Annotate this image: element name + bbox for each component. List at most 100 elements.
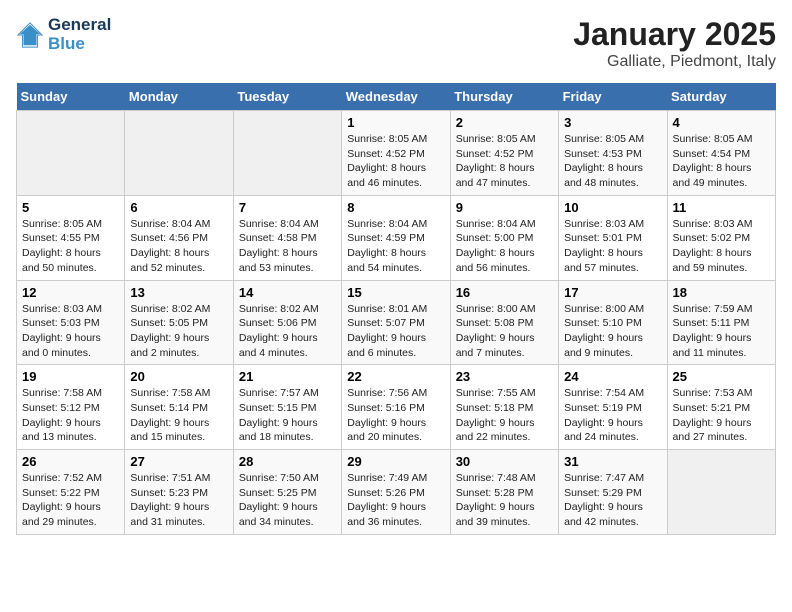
day-number: 12 [22,285,119,300]
day-info: Sunrise: 8:05 AM Sunset: 4:54 PM Dayligh… [673,132,770,191]
day-info: Sunrise: 7:57 AM Sunset: 5:15 PM Dayligh… [239,386,336,445]
day-info: Sunrise: 8:00 AM Sunset: 5:10 PM Dayligh… [564,302,661,361]
location-title: Galliate, Piedmont, Italy [573,53,776,71]
calendar-cell: 19Sunrise: 7:58 AM Sunset: 5:12 PM Dayli… [17,365,125,450]
day-info: Sunrise: 7:59 AM Sunset: 5:11 PM Dayligh… [673,302,770,361]
day-number: 17 [564,285,661,300]
calendar-cell: 30Sunrise: 7:48 AM Sunset: 5:28 PM Dayli… [450,450,558,535]
weekday-header-tuesday: Tuesday [233,83,341,111]
day-info: Sunrise: 8:00 AM Sunset: 5:08 PM Dayligh… [456,302,553,361]
day-info: Sunrise: 8:04 AM Sunset: 4:58 PM Dayligh… [239,217,336,276]
day-info: Sunrise: 8:03 AM Sunset: 5:02 PM Dayligh… [673,217,770,276]
day-info: Sunrise: 7:49 AM Sunset: 5:26 PM Dayligh… [347,471,444,530]
day-number: 13 [130,285,227,300]
calendar-cell: 31Sunrise: 7:47 AM Sunset: 5:29 PM Dayli… [559,450,667,535]
day-number: 31 [564,454,661,469]
weekday-header-thursday: Thursday [450,83,558,111]
day-info: Sunrise: 8:03 AM Sunset: 5:03 PM Dayligh… [22,302,119,361]
day-number: 14 [239,285,336,300]
day-info: Sunrise: 8:04 AM Sunset: 5:00 PM Dayligh… [456,217,553,276]
day-info: Sunrise: 8:04 AM Sunset: 4:59 PM Dayligh… [347,217,444,276]
day-number: 6 [130,200,227,215]
calendar-week-2: 5Sunrise: 8:05 AM Sunset: 4:55 PM Daylig… [17,195,776,280]
day-number: 23 [456,369,553,384]
day-info: Sunrise: 8:05 AM Sunset: 4:52 PM Dayligh… [456,132,553,191]
calendar-cell: 10Sunrise: 8:03 AM Sunset: 5:01 PM Dayli… [559,195,667,280]
calendar-cell: 9 Sunrise: 8:04 AM Sunset: 5:00 PM Daylig… [450,195,558,280]
calendar-cell: 4 Sunrise: 8:05 AM Sunset: 4:54 PM Daylig… [667,111,775,196]
day-info: Sunrise: 8:02 AM Sunset: 5:05 PM Dayligh… [130,302,227,361]
day-number: 15 [347,285,444,300]
weekday-header-friday: Friday [559,83,667,111]
logo: General Blue [16,16,111,53]
calendar-cell [17,111,125,196]
day-number: 22 [347,369,444,384]
calendar-cell: 17 Sunrise: 8:00 AM Sunset: 5:10 PM Dayli… [559,280,667,365]
calendar-cell: 20 Sunrise: 7:58 AM Sunset: 5:14 PM Dayli… [125,365,233,450]
day-number: 30 [456,454,553,469]
day-info: Sunrise: 8:05 AM Sunset: 4:53 PM Dayligh… [564,132,661,191]
day-info: Sunrise: 7:51 AM Sunset: 5:23 PM Dayligh… [130,471,227,530]
day-number: 9 [456,200,553,215]
day-info: Sunrise: 7:58 AM Sunset: 5:14 PM Dayligh… [130,386,227,445]
calendar-cell: 7 Sunrise: 8:04 AM Sunset: 4:58 PM Daylig… [233,195,341,280]
weekday-row: SundayMondayTuesdayWednesdayThursdayFrid… [17,83,776,111]
calendar-body: 1Sunrise: 8:05 AM Sunset: 4:52 PM Daylig… [17,111,776,535]
calendar-cell [233,111,341,196]
logo-icon [16,21,44,49]
day-number: 20 [130,369,227,384]
calendar-cell: 5Sunrise: 8:05 AM Sunset: 4:55 PM Daylig… [17,195,125,280]
day-info: Sunrise: 7:56 AM Sunset: 5:16 PM Dayligh… [347,386,444,445]
calendar-week-4: 19Sunrise: 7:58 AM Sunset: 5:12 PM Dayli… [17,365,776,450]
calendar-cell: 11 Sunrise: 8:03 AM Sunset: 5:02 PM Dayli… [667,195,775,280]
weekday-header-saturday: Saturday [667,83,775,111]
day-info: Sunrise: 8:04 AM Sunset: 4:56 PM Dayligh… [130,217,227,276]
day-number: 8 [347,200,444,215]
page-header: General Blue January 2025 Galliate, Pied… [16,16,776,71]
calendar-cell: 6 Sunrise: 8:04 AM Sunset: 4:56 PM Daylig… [125,195,233,280]
calendar-table: SundayMondayTuesdayWednesdayThursdayFrid… [16,83,776,535]
day-number: 10 [564,200,661,215]
calendar-header: SundayMondayTuesdayWednesdayThursdayFrid… [17,83,776,111]
calendar-cell: 25 Sunrise: 7:53 AM Sunset: 5:21 PM Dayli… [667,365,775,450]
day-number: 5 [22,200,119,215]
day-number: 3 [564,115,661,130]
day-number: 25 [673,369,770,384]
day-number: 21 [239,369,336,384]
day-info: Sunrise: 7:55 AM Sunset: 5:18 PM Dayligh… [456,386,553,445]
calendar-cell: 28Sunrise: 7:50 AM Sunset: 5:25 PM Dayli… [233,450,341,535]
day-number: 19 [22,369,119,384]
title-area: January 2025 Galliate, Piedmont, Italy [573,16,776,71]
calendar-week-1: 1Sunrise: 8:05 AM Sunset: 4:52 PM Daylig… [17,111,776,196]
calendar-cell: 23 Sunrise: 7:55 AM Sunset: 5:18 PM Dayli… [450,365,558,450]
day-number: 4 [673,115,770,130]
day-info: Sunrise: 7:53 AM Sunset: 5:21 PM Dayligh… [673,386,770,445]
day-number: 16 [456,285,553,300]
day-info: Sunrise: 8:01 AM Sunset: 5:07 PM Dayligh… [347,302,444,361]
day-number: 7 [239,200,336,215]
day-number: 28 [239,454,336,469]
day-number: 11 [673,200,770,215]
day-number: 29 [347,454,444,469]
calendar-week-5: 26Sunrise: 7:52 AM Sunset: 5:22 PM Dayli… [17,450,776,535]
calendar-cell: 2 Sunrise: 8:05 AM Sunset: 4:52 PM Daylig… [450,111,558,196]
day-info: Sunrise: 8:02 AM Sunset: 5:06 PM Dayligh… [239,302,336,361]
calendar-cell: 26Sunrise: 7:52 AM Sunset: 5:22 PM Dayli… [17,450,125,535]
day-number: 24 [564,369,661,384]
day-number: 18 [673,285,770,300]
day-info: Sunrise: 8:05 AM Sunset: 4:52 PM Dayligh… [347,132,444,191]
weekday-header-sunday: Sunday [17,83,125,111]
calendar-cell: 18 Sunrise: 7:59 AM Sunset: 5:11 PM Dayli… [667,280,775,365]
calendar-cell: 8 Sunrise: 8:04 AM Sunset: 4:59 PM Daylig… [342,195,450,280]
weekday-header-monday: Monday [125,83,233,111]
calendar-cell: 13 Sunrise: 8:02 AM Sunset: 5:05 PM Dayli… [125,280,233,365]
calendar-week-3: 12 Sunrise: 8:03 AM Sunset: 5:03 PM Dayli… [17,280,776,365]
weekday-header-wednesday: Wednesday [342,83,450,111]
calendar-cell: 22 Sunrise: 7:56 AM Sunset: 5:16 PM Dayli… [342,365,450,450]
month-title: January 2025 [573,16,776,53]
day-number: 2 [456,115,553,130]
calendar-cell: 16 Sunrise: 8:00 AM Sunset: 5:08 PM Dayli… [450,280,558,365]
calendar-cell [667,450,775,535]
calendar-cell: 15 Sunrise: 8:01 AM Sunset: 5:07 PM Dayli… [342,280,450,365]
calendar-cell: 3 Sunrise: 8:05 AM Sunset: 4:53 PM Daylig… [559,111,667,196]
